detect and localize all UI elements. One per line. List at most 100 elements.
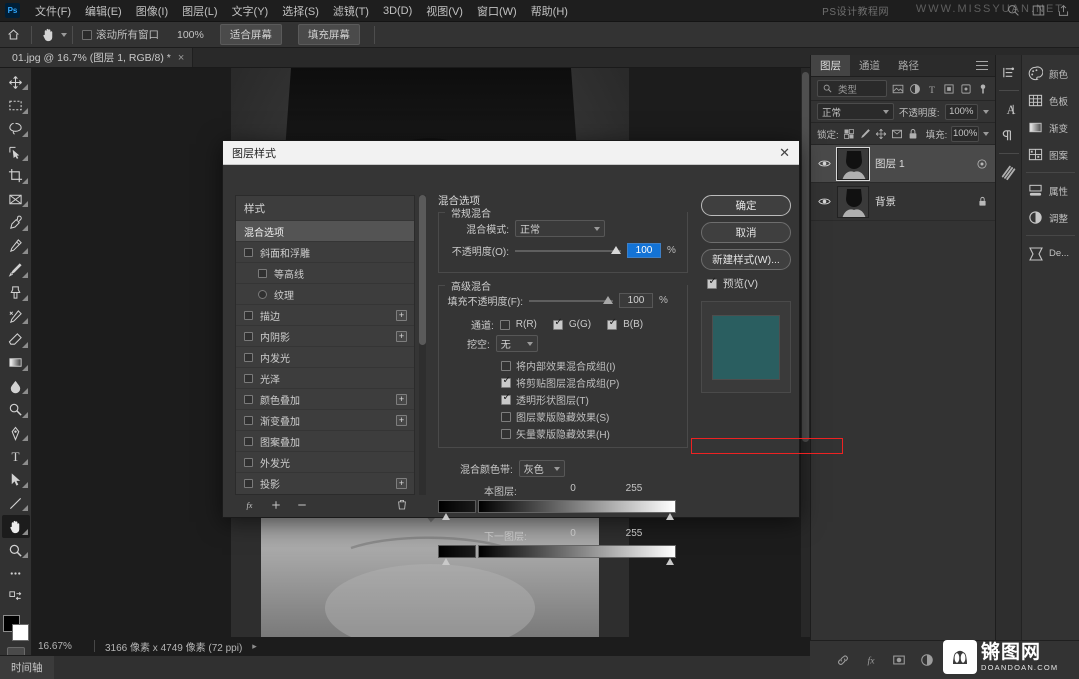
transparency-shapes-layer-option[interactable]: 透明形状图层(T) (501, 392, 681, 407)
panel-menu-button[interactable] (976, 55, 995, 76)
menu-file[interactable]: 文件(F) (28, 0, 78, 22)
this-layer-gradient[interactable] (478, 500, 676, 513)
fill-opacity-slider[interactable] (529, 295, 613, 307)
tab-channels[interactable]: 通道 (850, 55, 889, 76)
knockout-select[interactable]: 无 (495, 335, 538, 352)
next-layer-band[interactable] (438, 545, 688, 570)
trash-icon[interactable] (396, 498, 408, 514)
lock-image-icon[interactable] (859, 127, 871, 141)
rail-item-swatches[interactable]: 色板 (1022, 87, 1079, 114)
brush-tool[interactable] (2, 258, 30, 280)
eraser-tool[interactable] (2, 328, 30, 350)
checkbox[interactable] (501, 360, 511, 371)
channel-g-checkbox[interactable] (552, 317, 563, 330)
share-icon[interactable] (1055, 3, 1071, 19)
menu-type[interactable]: 文字(Y) (225, 0, 276, 22)
style-item-drop-shadow[interactable]: 投影 + (236, 472, 414, 493)
lock-transparency-icon[interactable] (843, 127, 855, 141)
preview-checkbox[interactable] (707, 276, 717, 289)
next-layer-max[interactable]: 255 (604, 528, 664, 543)
filter-toggle-icon[interactable] (976, 81, 989, 96)
layer-filter-select[interactable]: 类型 (817, 80, 887, 97)
add-icon[interactable]: + (396, 414, 407, 426)
next-layer-white-slider[interactable] (666, 558, 674, 565)
tab-timeline[interactable]: 时间轴 (0, 656, 54, 679)
this-layer-max[interactable]: 255 (604, 483, 664, 498)
menu-help[interactable]: 帮助(H) (524, 0, 575, 22)
style-item-color-overlay[interactable]: 颜色叠加 + (236, 388, 414, 409)
add-icon[interactable]: + (396, 330, 407, 342)
rail-item-color[interactable]: 颜色 (1022, 60, 1079, 87)
type-tool[interactable]: T (2, 445, 30, 467)
path-selection-tool[interactable] (2, 469, 30, 491)
move-tool[interactable] (2, 71, 30, 93)
scroll-all-windows-option[interactable]: 滚动所有窗口 (82, 27, 159, 42)
fill-opacity-value[interactable]: 100 (619, 293, 653, 308)
style-item-bevel-emboss[interactable]: 斜面和浮雕 (236, 241, 414, 262)
opacity-value[interactable]: 100% (944, 103, 978, 120)
this-layer-min[interactable]: 0 (542, 483, 604, 498)
style-item-blending-options[interactable]: 混合选项 (236, 220, 414, 241)
rail-item-adjustments[interactable]: 调整 (1022, 204, 1079, 231)
type-filter-icon[interactable]: T (925, 81, 938, 96)
home-icon[interactable] (0, 22, 26, 48)
checkbox[interactable] (501, 411, 511, 422)
status-zoom[interactable]: 16.67% (32, 641, 94, 652)
lock-all-icon[interactable] (907, 127, 919, 141)
menu-image[interactable]: 图像(I) (129, 0, 175, 22)
layer-row-1[interactable]: 图层 1 (811, 145, 995, 183)
fx-icon[interactable]: fx (863, 653, 878, 668)
style-item-texture[interactable]: 纹理 (236, 283, 414, 304)
preview-option[interactable]: 预览(V) (701, 276, 791, 291)
layer-thumbnail[interactable] (836, 146, 870, 181)
close-icon[interactable]: × (178, 52, 184, 64)
style-item-pattern-overlay[interactable]: 图案叠加 (236, 430, 414, 451)
clone-stamp-tool[interactable] (2, 282, 30, 304)
fill-screen-button[interactable]: 填充屏幕 (297, 24, 360, 45)
eyedropper-tool[interactable] (2, 211, 30, 233)
background-color-swatch[interactable] (11, 623, 29, 641)
color-swatches[interactable] (2, 614, 29, 641)
brushes-icon[interactable] (997, 160, 1021, 184)
add-icon[interactable]: + (396, 393, 407, 405)
fx-icon[interactable]: fx (243, 499, 256, 514)
blend-if-select[interactable]: 灰色 (518, 460, 565, 477)
menu-layer[interactable]: 图层(L) (175, 0, 224, 22)
lock-position-icon[interactable] (875, 127, 887, 141)
blend-clipped-layers-option[interactable]: 将剪贴图层混合成组(P) (501, 375, 681, 390)
adjustment-filter-icon[interactable] (908, 81, 921, 96)
checkbox[interactable] (244, 436, 253, 446)
checkbox[interactable] (244, 331, 253, 341)
shape-filter-icon[interactable] (942, 81, 955, 96)
chevron-right-icon[interactable]: ▸ (252, 641, 257, 652)
canvas-vertical-scrollbar[interactable] (801, 68, 810, 640)
edit-toolbar-icon[interactable] (2, 586, 30, 608)
checkbox[interactable] (244, 310, 253, 320)
panel-layout-icon[interactable] (1030, 3, 1046, 19)
next-layer-gradient[interactable] (478, 545, 676, 558)
checkbox[interactable] (244, 457, 253, 467)
rail-item-properties[interactable]: 属性 (1022, 177, 1079, 204)
add-icon[interactable] (270, 499, 282, 514)
character-icon[interactable]: A (997, 97, 1021, 121)
menu-edit[interactable]: 编辑(E) (78, 0, 129, 22)
vector-mask-hides-effects-option[interactable]: 矢量蒙版隐藏效果(H) (501, 426, 681, 441)
this-layer-white-slider[interactable] (666, 513, 674, 520)
history-brush-tool[interactable] (2, 305, 30, 327)
this-layer-black-slider[interactable] (442, 513, 450, 520)
slider-thumb[interactable] (603, 295, 613, 304)
next-layer-black-slider[interactable] (442, 558, 450, 565)
tab-paths[interactable]: 路径 (889, 55, 928, 76)
layer-row-2[interactable]: 背景 (811, 183, 995, 221)
checkbox[interactable] (258, 268, 267, 278)
this-layer-band[interactable] (438, 500, 688, 525)
menu-view[interactable]: 视图(V) (419, 0, 470, 22)
dodge-tool[interactable] (2, 398, 30, 420)
channel-r-checkbox[interactable] (499, 319, 510, 330)
menu-filter[interactable]: 滤镜(T) (326, 0, 376, 22)
checkbox[interactable] (244, 415, 253, 425)
layer-thumbnail[interactable] (837, 185, 869, 218)
eye-icon[interactable] (817, 157, 831, 170)
channel-b-checkbox[interactable] (607, 317, 618, 330)
pen-tool[interactable] (2, 422, 30, 444)
